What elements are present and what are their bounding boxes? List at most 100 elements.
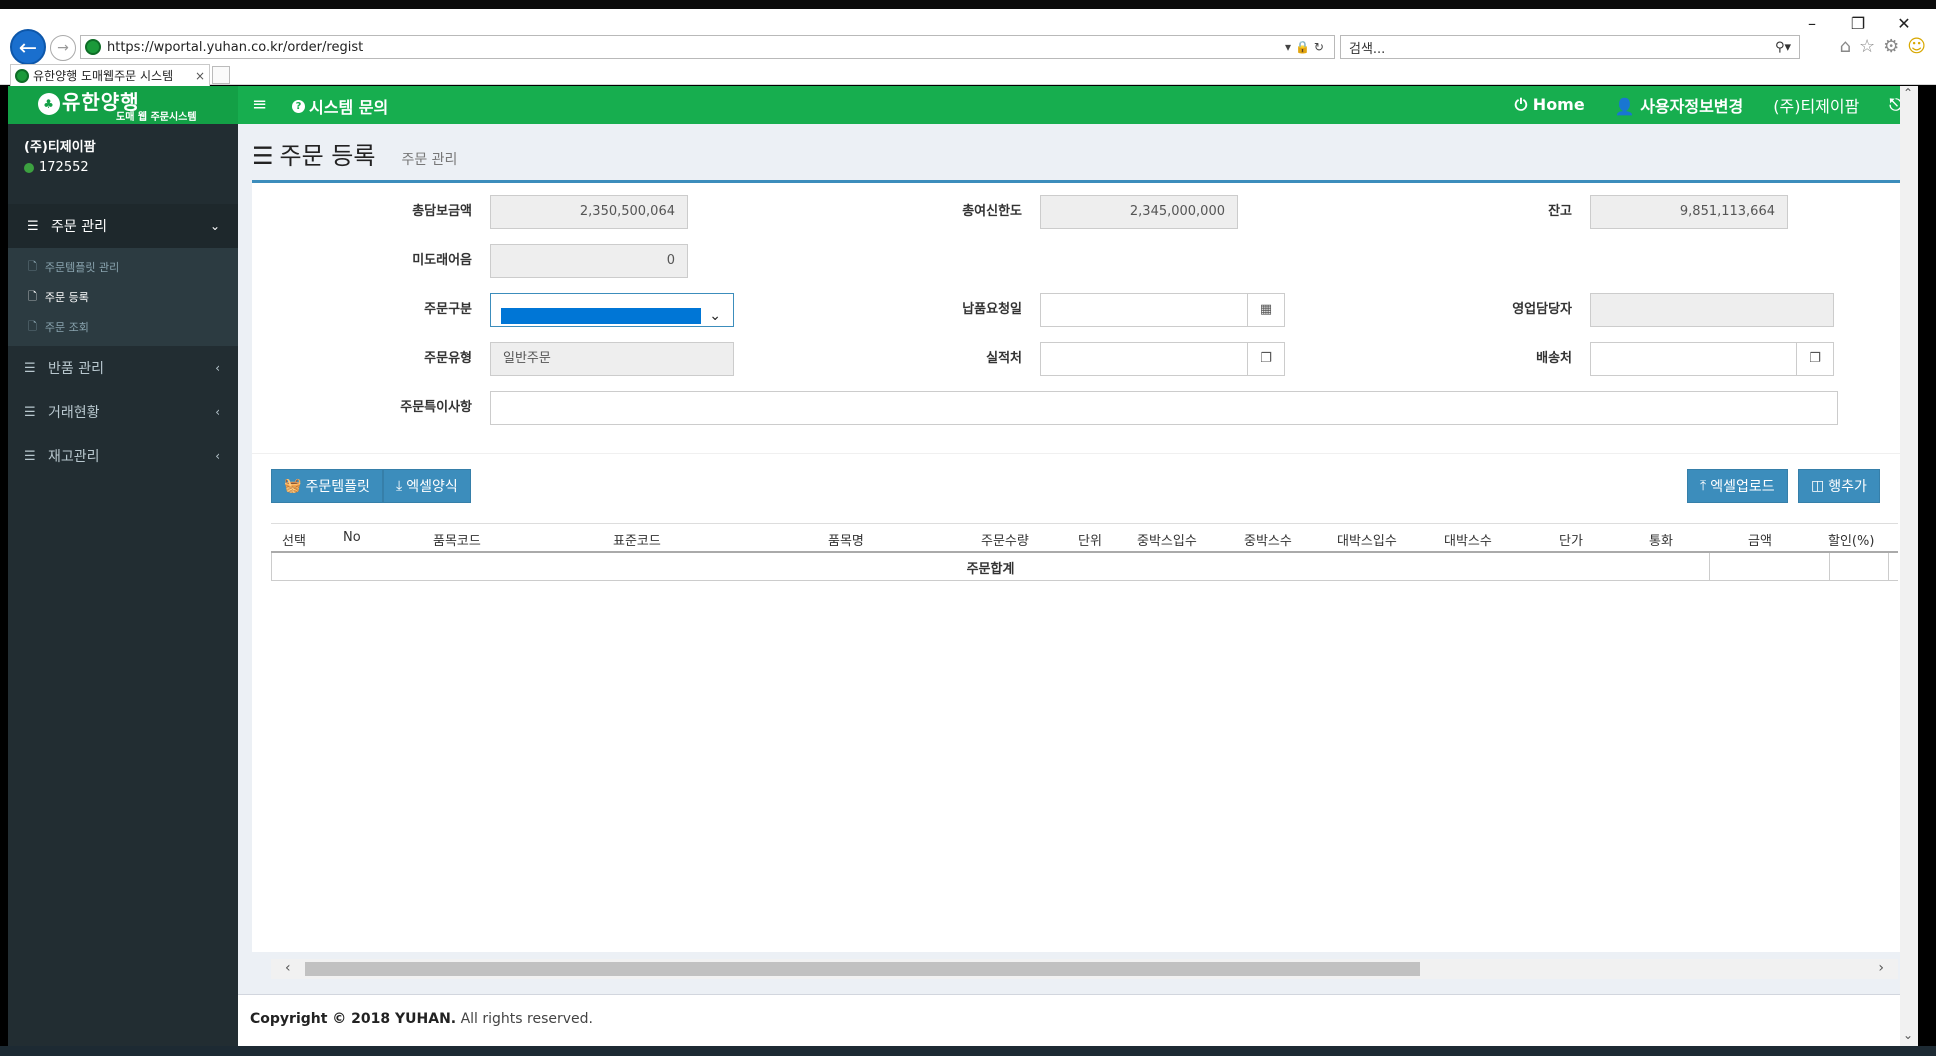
company-name[interactable]: (주)티제이팜 — [1773, 93, 1859, 117]
tab-close-icon[interactable]: × — [195, 69, 205, 83]
order-class-select[interactable]: ⌄ — [490, 293, 734, 327]
tab-favicon-icon — [15, 68, 29, 83]
total-collateral-label: 총담보금액 — [412, 204, 472, 219]
sidebar-sub-order-inquiry[interactable]: 🗋 주문 조회 — [8, 312, 238, 342]
total-collateral-field: 2,350,500,064 — [490, 195, 688, 229]
chevron-left-icon: ‹ — [215, 449, 220, 463]
os-taskbar — [0, 1046, 1936, 1056]
system-inquiry-link[interactable]: ? 시스템 문의 — [292, 94, 388, 118]
download-icon: ⤓ — [396, 478, 403, 494]
browser-search-input[interactable]: 검색... ⚲▾ — [1340, 35, 1800, 59]
list-icon: ☰ — [24, 360, 36, 376]
basket-icon: 🧺 — [284, 478, 302, 494]
calendar-icon[interactable]: ▦ — [1247, 293, 1285, 327]
document-icon: 🗋 — [28, 289, 37, 303]
col-item-name: 품목명 — [828, 534, 864, 549]
list-icon: ☰ — [252, 142, 274, 170]
excel-form-button[interactable]: ⤓ 엑셀양식 — [383, 469, 471, 503]
order-submenu: 🗋 주문템플릿 관리 🗋 주문 등록 🗋 주문 조회 — [8, 248, 238, 346]
remarks-label: 주문특이사항 — [400, 400, 472, 415]
col-unit-price: 단가 — [1559, 534, 1583, 549]
col-select: 선택 — [282, 534, 306, 549]
settings-gear-icon[interactable]: ⚙ — [1883, 36, 1899, 57]
user-name: (주)티제이팜 — [24, 140, 96, 155]
shipping-input[interactable]: ❐ — [1590, 342, 1834, 376]
logo-subtitle: 도매 웹 주문시스템 — [116, 112, 197, 123]
sidebar-menu: ☰ 주문 관리 ⌄ 🗋 주문템플릿 관리 🗋 주문 등록 🗋 주문 조회 ☰ 반… — [8, 204, 238, 478]
search-placeholder: 검색... — [1349, 41, 1386, 57]
columns-icon: ◫ — [1811, 478, 1825, 494]
sidebar-sub-template-management[interactable]: 🗋 주문템플릿 관리 — [8, 252, 238, 282]
top-navbar: ♣ 유한양행 도매 웹 주문시스템 ≡ ? 시스템 문의 ⏻ Home 👤 사용자… — [8, 86, 1918, 124]
page-title: 주문 등록 — [279, 142, 376, 170]
home-link[interactable]: ⏻ Home — [1515, 95, 1585, 115]
remarks-input[interactable] — [490, 391, 1838, 425]
close-window-button[interactable]: ✕ — [1886, 13, 1922, 35]
selected-option-highlight — [501, 307, 701, 324]
order-total-label: 주문합계 — [966, 562, 1015, 577]
sidebar-item-inventory[interactable]: ☰ 재고관리 ‹ — [8, 434, 238, 478]
logo-emblem-icon: ♣ — [38, 92, 60, 115]
copy-icon[interactable]: ❐ — [1247, 342, 1285, 376]
delivery-date-input[interactable]: ▦ — [1040, 293, 1285, 327]
new-tab-button[interactable] — [212, 66, 230, 84]
document-icon: 🗋 — [28, 259, 37, 273]
logo[interactable]: ♣ 유한양행 도매 웹 주문시스템 — [8, 86, 238, 124]
total-credit-label: 총여신한도 — [962, 204, 1022, 219]
page-heading: ☰ 주문 등록 주문 관리 — [252, 136, 457, 174]
rights-text: All rights reserved. — [460, 1011, 593, 1027]
chevron-up-icon[interactable]: ⌃ — [1903, 86, 1913, 100]
back-arrow-icon[interactable]: ← — [10, 29, 46, 65]
copy-icon[interactable]: ❐ — [1796, 342, 1834, 376]
favorites-star-icon[interactable]: ☆ — [1859, 36, 1875, 57]
add-row-button[interactable]: ◫ 행추가 — [1798, 469, 1880, 503]
order-total-discount — [1829, 553, 1889, 581]
delivery-date-label: 납품요청일 — [962, 302, 1022, 317]
chevron-right-icon[interactable]: › — [1878, 960, 1884, 976]
scrollbar-thumb[interactable] — [305, 962, 1420, 976]
uncollected-field: 0 — [490, 244, 688, 278]
forward-arrow-icon[interactable]: → — [50, 35, 76, 61]
list-icon: ☰ — [24, 404, 36, 420]
order-form-box: 총담보금액 2,350,500,064 총여신한도 2,345,000,000 … — [252, 180, 1910, 979]
online-status-icon — [24, 162, 34, 173]
sidebar: (주)티제이팜 172552 ☰ 주문 관리 ⌄ 🗋 주문템플릿 관리 🗋 주문… — [8, 124, 238, 1046]
col-no: No — [343, 530, 361, 545]
col-standard-code: 표준코드 — [613, 534, 661, 549]
browser-tab[interactable]: 유한양행 도매웹주문 시스템 × — [10, 64, 210, 86]
sidebar-item-order-management[interactable]: ☰ 주문 관리 ⌄ — [8, 204, 238, 248]
excel-upload-button[interactable]: ⤒ 엑셀업로드 — [1687, 469, 1788, 503]
balance-label: 잔고 — [1548, 204, 1572, 219]
window-controls: – ❐ ✕ — [1794, 13, 1922, 35]
col-amount: 금액 — [1748, 534, 1772, 549]
copyright-text: Copyright © 2018 YUHAN. — [250, 1011, 457, 1027]
list-icon: ☰ — [27, 218, 39, 234]
shipping-label: 배송처 — [1536, 351, 1572, 366]
document-icon: 🗋 — [28, 319, 37, 333]
home-icon[interactable]: ⌂ — [1840, 36, 1851, 57]
chevron-down-icon: ⌄ — [209, 219, 220, 233]
sidebar-sub-order-register[interactable]: 🗋 주문 등록 — [8, 282, 238, 312]
chevron-left-icon[interactable]: ‹ — [285, 960, 291, 976]
address-tools-icon[interactable]: ▾🔒↻ — [1285, 40, 1334, 54]
menu-toggle-icon[interactable]: ≡ — [252, 94, 267, 115]
app-window: ♣ 유한양행 도매 웹 주문시스템 ≡ ? 시스템 문의 ⏻ Home 👤 사용자… — [8, 86, 1918, 1046]
order-type-label: 주문유형 — [424, 351, 472, 366]
form-divider — [252, 453, 1910, 454]
order-template-button[interactable]: 🧺 주문템플릿 — [271, 469, 383, 503]
sidebar-item-return-management[interactable]: ☰ 반품 관리 ‹ — [8, 346, 238, 390]
sales-rep-label: 영업담당자 — [1512, 302, 1572, 317]
search-icon[interactable]: ⚲▾ — [1775, 40, 1799, 55]
minimize-button[interactable]: – — [1794, 13, 1830, 35]
user-edit-link[interactable]: 👤 사용자정보변경 — [1615, 93, 1744, 117]
col-order-qty: 주문수량 — [981, 534, 1029, 549]
chevron-down-icon[interactable]: ⌄ — [1903, 1028, 1913, 1042]
sidebar-item-transactions[interactable]: ☰ 거래현황 ‹ — [8, 390, 238, 434]
restore-button[interactable]: ❐ — [1840, 13, 1876, 35]
table-horizontal-scrollbar[interactable]: ‹ › — [271, 959, 1898, 979]
address-bar[interactable]: https://wportal.yuhan.co.kr/order/regist… — [80, 35, 1335, 59]
feedback-smiley-icon[interactable]: ☺ — [1907, 36, 1926, 57]
page-vertical-scrollbar[interactable]: ⌃ ⌄ — [1900, 86, 1918, 1046]
col-mid-box-qty: 중박스입수 — [1137, 534, 1197, 549]
performance-input[interactable]: ❐ — [1040, 342, 1285, 376]
